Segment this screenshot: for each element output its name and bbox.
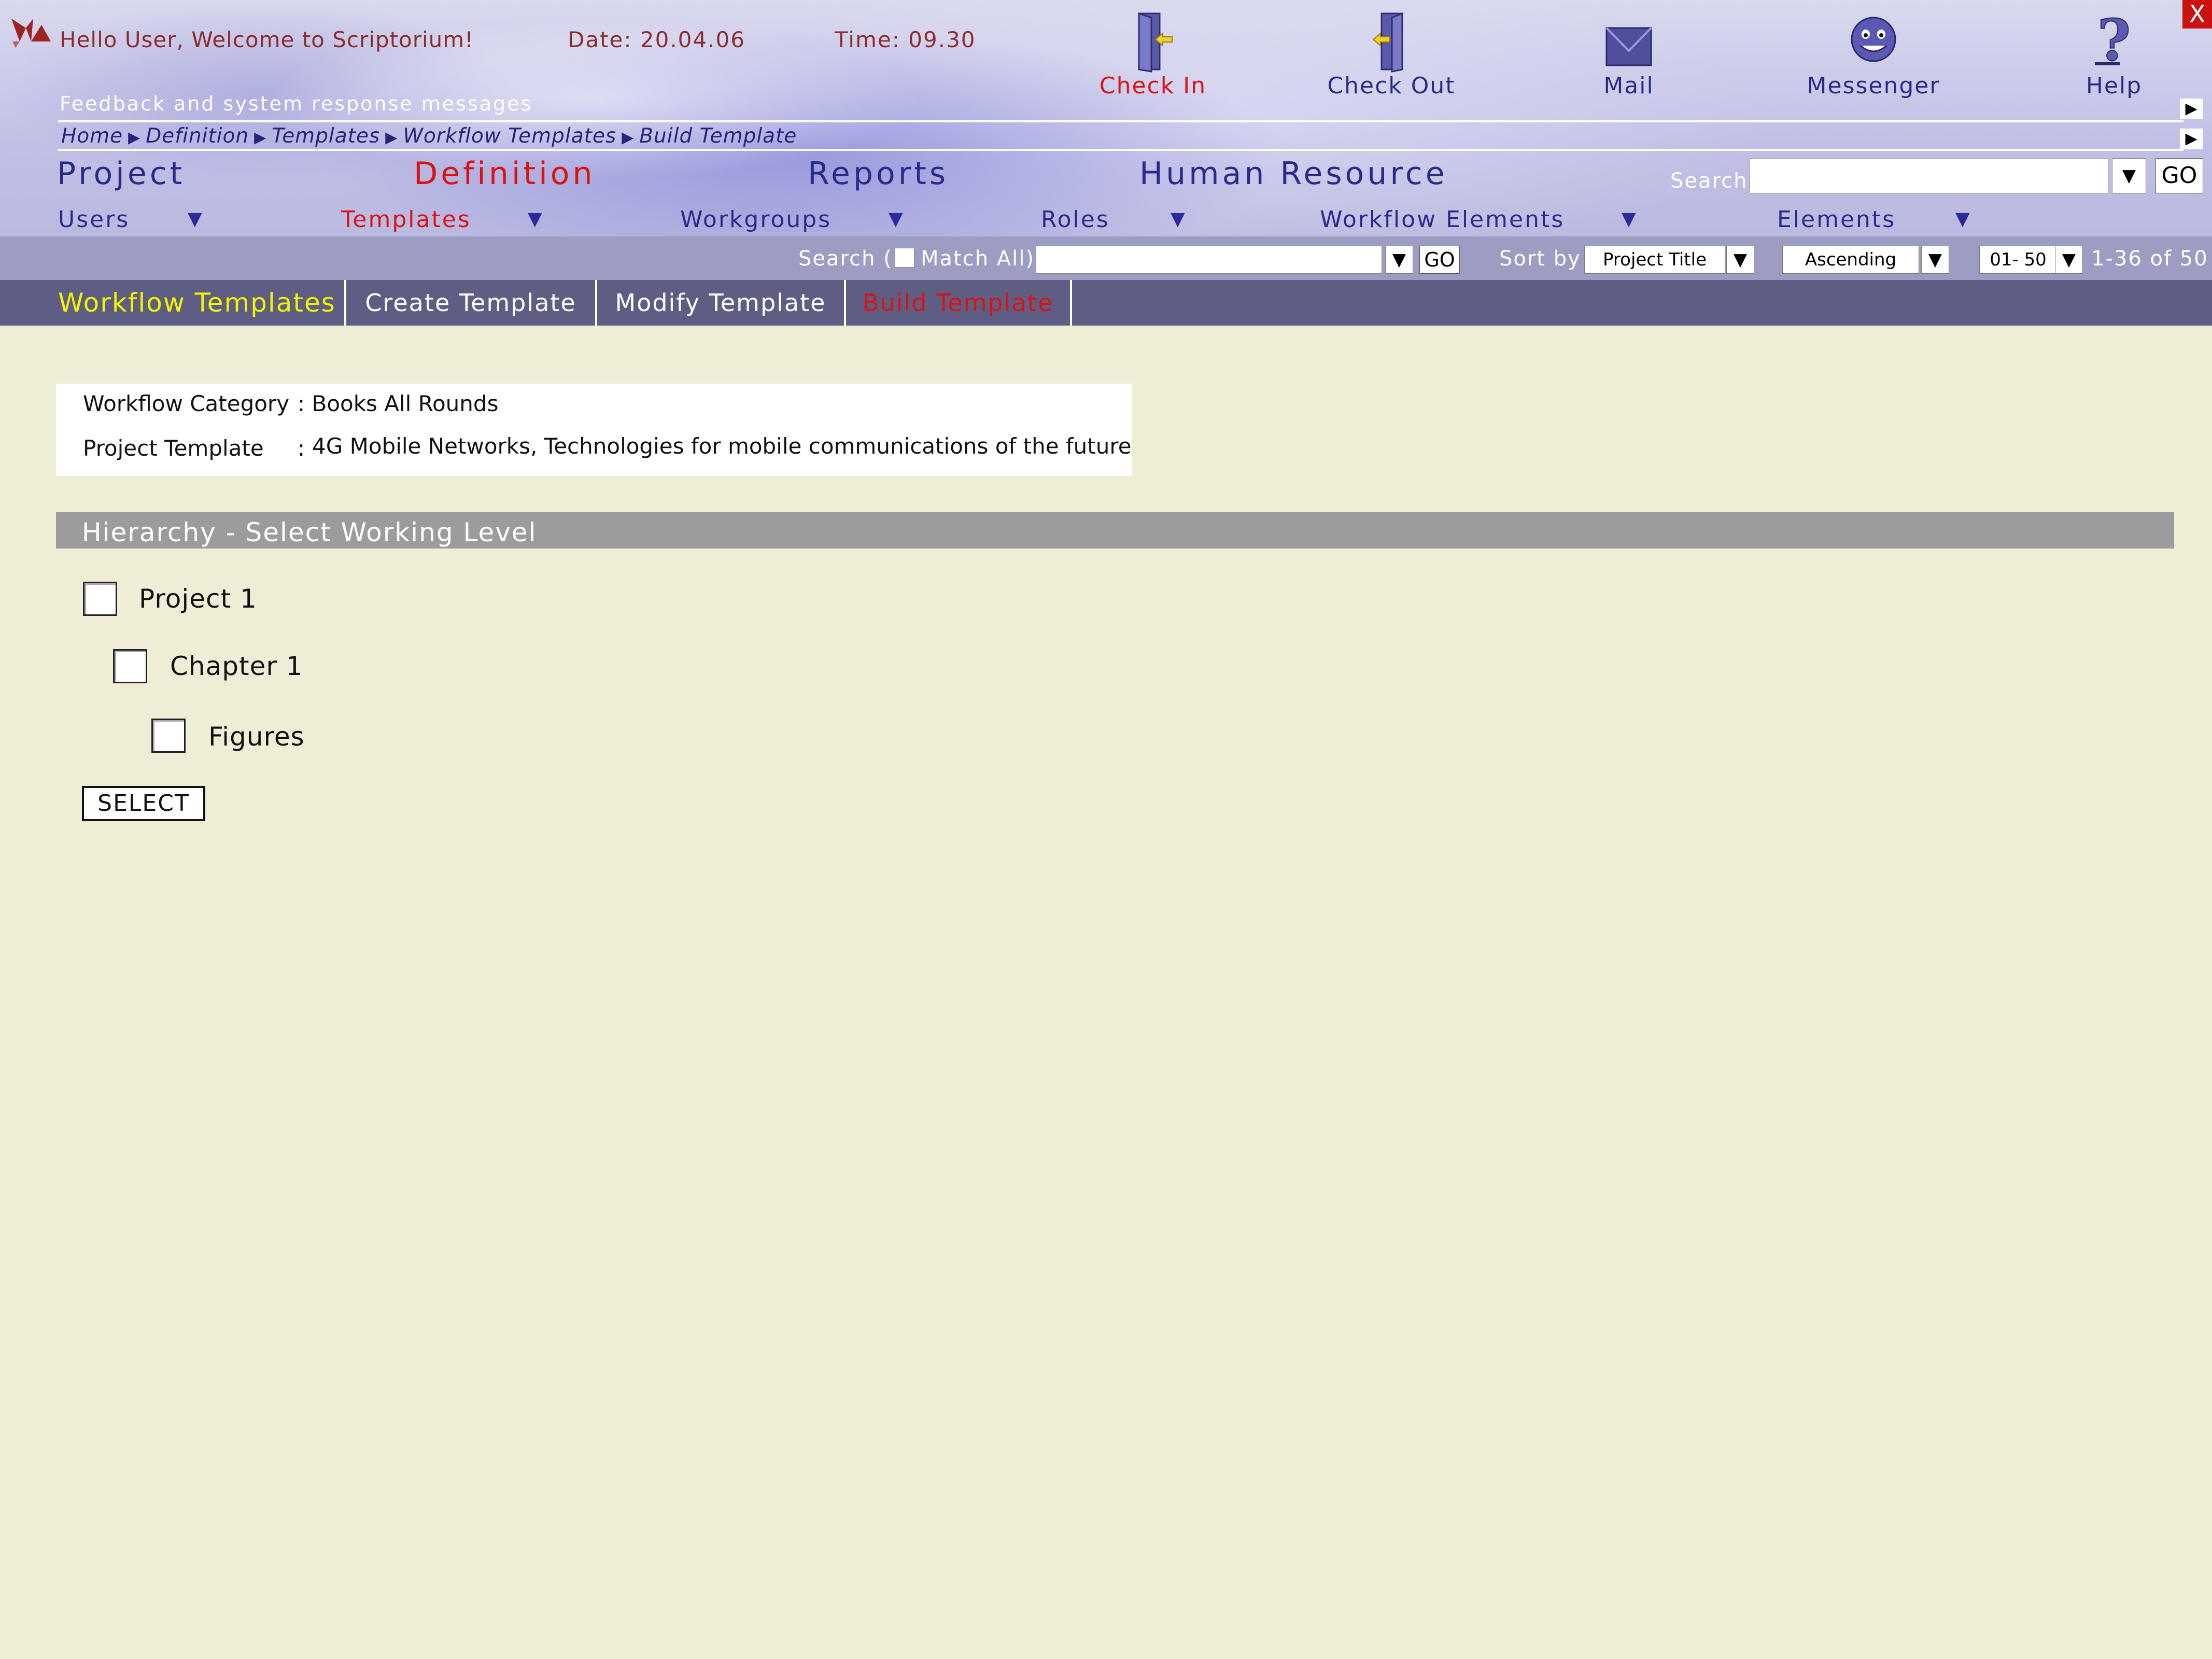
tab-create-template[interactable]: Create Template: [346, 280, 595, 326]
filter-search-dropdown-icon[interactable]: ▼: [1385, 246, 1413, 274]
chapter-1-label: Chapter 1: [170, 651, 303, 681]
project-1-checkbox[interactable]: [83, 582, 117, 616]
roles-dropdown-icon[interactable]: ▼: [1171, 208, 1185, 230]
hierarchy-header: Hierarchy - Select Working Level: [56, 512, 2174, 549]
divider-line: [58, 120, 2183, 122]
scriptorium-logo-icon: [11, 19, 51, 48]
figures-label: Figures: [208, 722, 305, 752]
breadcrumb-build-template: Build Template: [639, 124, 797, 148]
mail-envelope-icon: [1605, 27, 1652, 66]
project-template-label: Project Template: [83, 435, 264, 461]
smiley-face-icon: [1851, 17, 1896, 62]
nav-human-resource[interactable]: Human Resource: [1139, 156, 1448, 192]
check-out-button[interactable]: Check Out: [1319, 10, 1464, 101]
welcome-message: Hello User, Welcome to Scriptorium!: [60, 27, 474, 52]
select-level-button[interactable]: SELECT: [82, 786, 205, 821]
current-time: Time: 09.30: [835, 27, 976, 52]
filter-search-label: Search (: [798, 247, 893, 271]
tab-modify-template[interactable]: Modify Template: [597, 280, 844, 326]
mail-label: Mail: [1603, 73, 1654, 99]
sort-order-dropdown-icon[interactable]: ▼: [1921, 246, 1949, 274]
page-range-dropdown-icon[interactable]: ▼: [2055, 246, 2083, 274]
figures-checkbox[interactable]: [151, 719, 186, 753]
check-out-door-icon: [1372, 12, 1403, 73]
project-template-value: 4G Mobile Networks, Technologies for mob…: [312, 433, 1132, 459]
help-button[interactable]: ? Help: [2041, 10, 2187, 101]
subnav-workflow-elements[interactable]: Workflow Elements: [1320, 206, 1565, 233]
check-in-button[interactable]: Check In: [1080, 10, 1225, 101]
project-template-separator: :: [298, 435, 305, 461]
record-count: 1-36 of 50: [2091, 247, 2208, 271]
template-info-panel: Workflow Category : Books All Rounds Pro…: [56, 384, 1132, 476]
match-all-label: Match All): [921, 247, 1035, 271]
nav-reports[interactable]: Reports: [808, 156, 949, 192]
breadcrumb-workflow-templates[interactable]: Workflow Templates: [403, 124, 616, 148]
templates-dropdown-icon[interactable]: ▼: [528, 208, 542, 230]
expand-feedback-arrow-icon[interactable]: ▶: [2180, 99, 2203, 119]
workflow-elements-dropdown-icon[interactable]: ▼: [1622, 208, 1636, 230]
subnav-roles[interactable]: Roles: [1041, 206, 1110, 233]
global-search-label: Search: [1670, 169, 1748, 193]
global-search-go-button[interactable]: GO: [2155, 158, 2203, 193]
breadcrumb-expand-arrow-icon[interactable]: ▶: [2180, 129, 2203, 149]
filter-search-input[interactable]: [1036, 246, 1382, 274]
chapter-1-checkbox[interactable]: [113, 649, 147, 683]
sort-field-select[interactable]: Project Title: [1584, 246, 1725, 274]
breadcrumb-separator-icon: ▶: [254, 129, 267, 147]
breadcrumb-separator-icon: ▶: [128, 129, 141, 147]
breadcrumb-templates[interactable]: Templates: [272, 124, 380, 148]
sort-by-label: Sort by: [1499, 247, 1581, 271]
workflow-category-value: : Books All Rounds: [298, 391, 499, 416]
workgroups-dropdown-icon[interactable]: ▼: [889, 208, 903, 230]
close-window-button[interactable]: X: [2182, 0, 2212, 29]
current-date: Date: 20.04.06: [568, 27, 745, 52]
elements-dropdown-icon[interactable]: ▼: [1955, 208, 1970, 230]
users-dropdown-icon[interactable]: ▼: [188, 208, 202, 230]
messenger-label: Messenger: [1807, 73, 1940, 99]
tab-divider: [1070, 280, 1072, 326]
global-search-dropdown-icon[interactable]: ▼: [2112, 158, 2146, 193]
page-range-select[interactable]: 01- 50: [1979, 246, 2057, 274]
subnav-elements[interactable]: Elements: [1777, 206, 1896, 233]
global-search-input[interactable]: [1750, 158, 2108, 193]
messenger-button[interactable]: Messenger: [1801, 10, 1946, 101]
nav-definition[interactable]: Definition: [414, 156, 596, 192]
question-mark-icon: ?: [2095, 10, 2131, 73]
subnav-workgroups[interactable]: Workgroups: [680, 206, 832, 233]
tab-build-template[interactable]: Build Template: [846, 280, 1070, 326]
sort-order-select[interactable]: Ascending: [1782, 246, 1919, 274]
tab-workflow-templates: Workflow Templates: [58, 288, 336, 318]
subnav-users[interactable]: Users: [58, 206, 130, 233]
filter-go-button[interactable]: GO: [1419, 246, 1460, 274]
subnav-templates[interactable]: Templates: [341, 206, 471, 233]
breadcrumb-separator-icon: ▶: [622, 129, 635, 147]
mail-button[interactable]: Mail: [1556, 10, 1701, 101]
breadcrumb-definition[interactable]: Definition: [146, 124, 249, 148]
check-out-label: Check Out: [1327, 73, 1456, 99]
divider-line: [58, 149, 2183, 151]
match-all-checkbox[interactable]: [895, 248, 914, 268]
project-1-label: Project 1: [139, 584, 257, 614]
workflow-category-label: Workflow Category: [83, 391, 290, 416]
nav-project[interactable]: Project: [57, 156, 185, 192]
check-in-door-icon: [1138, 12, 1173, 73]
breadcrumb: Home ▶ Definition ▶ Templates ▶ Workflow Templ…: [61, 124, 797, 148]
sort-field-dropdown-icon[interactable]: ▼: [1726, 246, 1754, 274]
breadcrumb-home[interactable]: Home: [61, 124, 123, 148]
breadcrumb-separator-icon: ▶: [385, 129, 398, 147]
help-label: Help: [2086, 73, 2143, 99]
feedback-message: Feedback and system response messages: [60, 92, 533, 115]
check-in-label: Check In: [1099, 73, 1207, 99]
hierarchy-title: Hierarchy - Select Working Level: [82, 517, 537, 547]
